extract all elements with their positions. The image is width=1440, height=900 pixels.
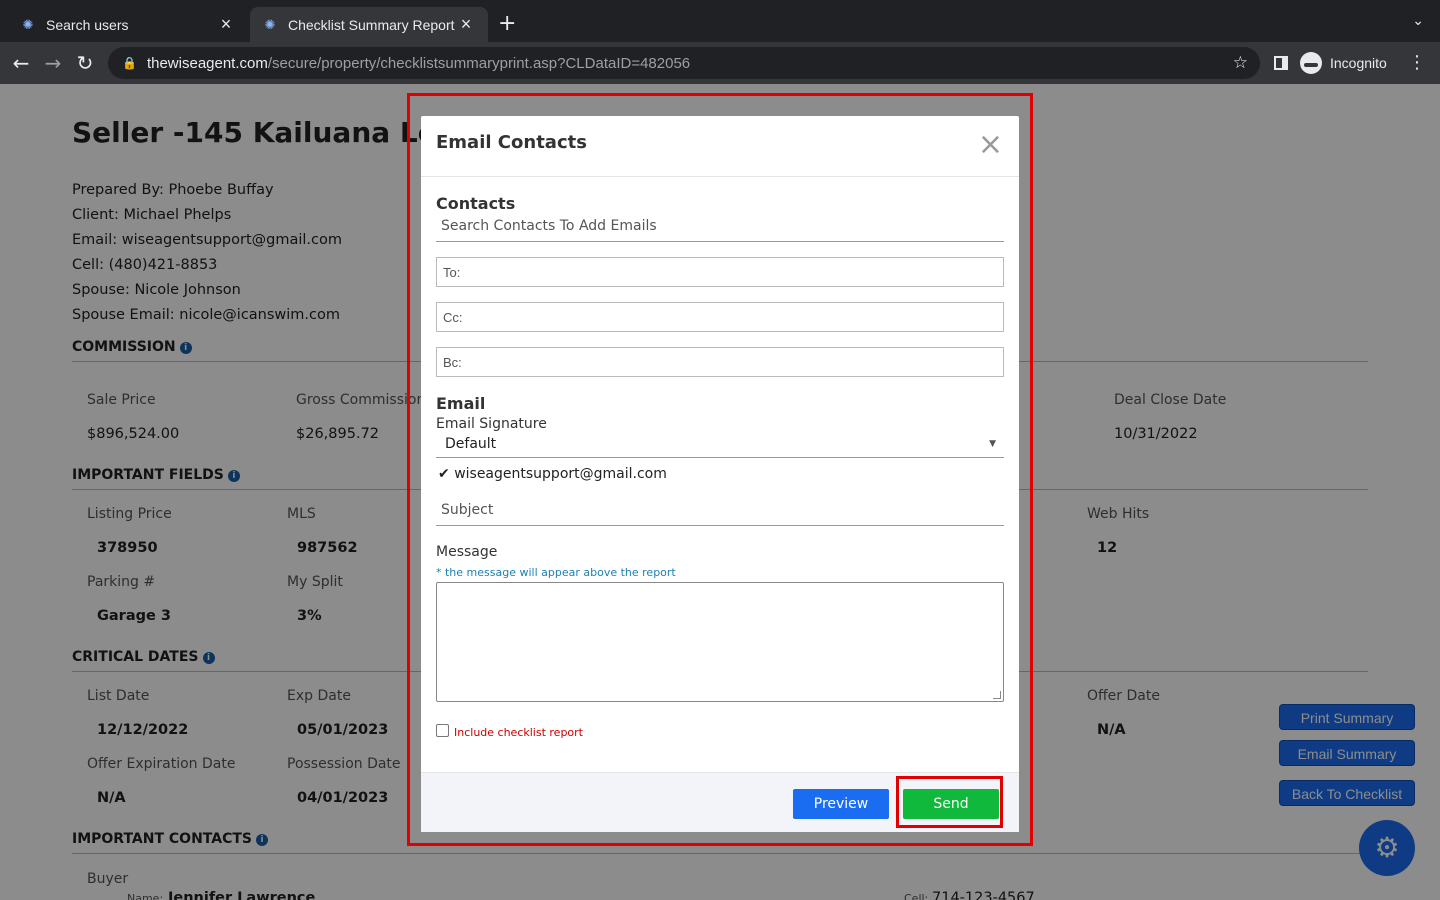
tab-close-icon[interactable]: × xyxy=(456,14,476,35)
browser-menu-icon[interactable]: ⋮ xyxy=(1408,52,1426,73)
back-arrow-icon[interactable]: ← xyxy=(8,50,34,76)
reload-icon[interactable]: ↻ xyxy=(72,50,98,76)
bookmark-star-icon[interactable]: ☆ xyxy=(1233,53,1248,73)
forward-arrow-icon[interactable]: → xyxy=(40,50,66,76)
tab-list-chevron-icon[interactable]: ⌄ xyxy=(1412,13,1424,29)
lock-icon: 🔒 xyxy=(122,56,137,70)
tab-title: Checklist Summary Report xyxy=(288,16,455,33)
tab-search-users[interactable]: ✺ Search users × xyxy=(8,7,248,42)
tab-close-icon[interactable]: × xyxy=(216,14,236,35)
tab-title: Search users xyxy=(46,16,129,33)
incognito-badge[interactable]: Incognito xyxy=(1300,50,1387,76)
modal-highlight-frame xyxy=(407,93,1033,846)
url-host: thewiseagent.com xyxy=(146,54,268,72)
url-path: /secure/property/checklistsummaryprint.a… xyxy=(267,54,691,72)
address-bar[interactable]: 🔒 thewiseagent.com/secure/property/check… xyxy=(108,47,1260,79)
new-tab-button[interactable]: + xyxy=(498,12,516,36)
wiseagent-favicon-icon: ✺ xyxy=(264,16,276,32)
incognito-icon xyxy=(1300,52,1322,74)
tab-checklist-summary[interactable]: ✺ Checklist Summary Report × xyxy=(250,7,488,42)
browser-tab-bar: ✺ Search users × ✺ Checklist Summary Rep… xyxy=(0,0,1440,42)
wiseagent-favicon-icon: ✺ xyxy=(22,16,34,32)
browser-toolbar: ← → ↻ 🔒 thewiseagent.com/secure/property… xyxy=(0,42,1440,84)
send-highlight-frame xyxy=(896,776,1003,828)
side-panel-icon[interactable] xyxy=(1274,56,1288,70)
incognito-label: Incognito xyxy=(1330,55,1387,71)
